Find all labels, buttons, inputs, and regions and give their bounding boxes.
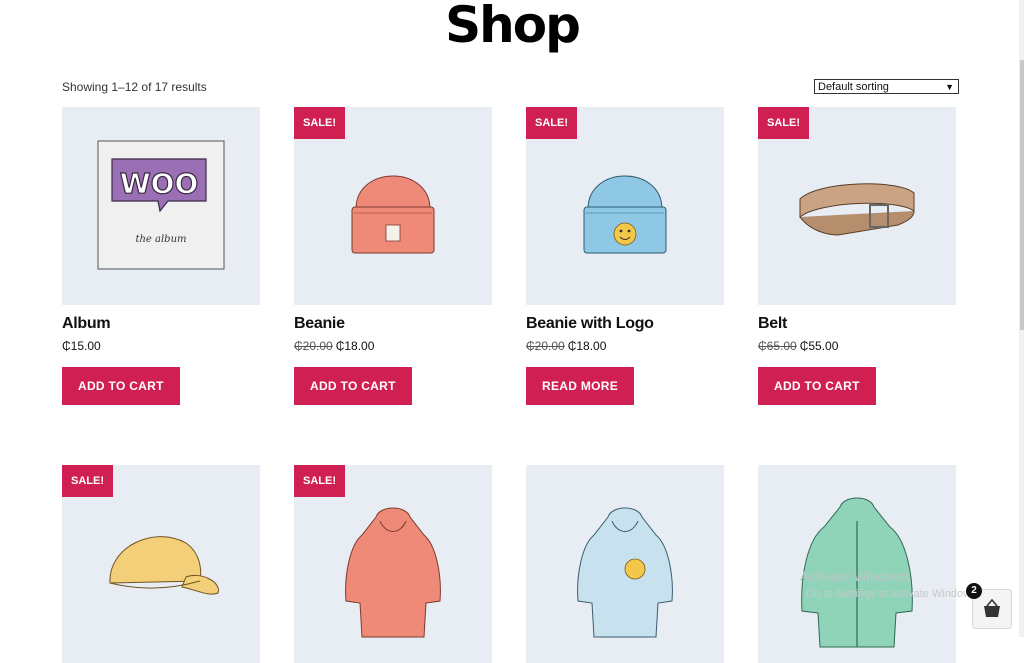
activate-windows-title: Activate Windows: [800, 568, 911, 584]
result-count: Showing 1–12 of 17 results: [62, 80, 207, 94]
scrollbar[interactable]: [1019, 0, 1024, 637]
album-caption: the album: [135, 234, 186, 245]
sale-badge: SALE!: [294, 465, 345, 497]
sale-price: ₵18.00: [567, 339, 607, 353]
sale-badge: SALE!: [294, 107, 345, 139]
scrollbar-thumb[interactable]: [1020, 60, 1024, 330]
regular-price: ₵20.00: [294, 339, 333, 353]
product-title[interactable]: Beanie: [294, 315, 492, 333]
add-to-cart-button[interactable]: ADD TO CART: [294, 367, 412, 405]
product-image[interactable]: WOO the album: [62, 107, 260, 305]
sorting-selected-label: Default sorting: [818, 81, 889, 93]
product-image[interactable]: SALE!: [526, 107, 724, 305]
album-logo-text: WOO: [120, 167, 199, 200]
page-title: Shop: [445, 0, 581, 54]
product-image[interactable]: SALE!: [758, 107, 956, 305]
product-image[interactable]: SALE!: [62, 465, 260, 663]
album-icon: WOO the album: [97, 140, 225, 270]
cart-count-badge: 2: [966, 583, 982, 599]
product-card-belt: SALE! Belt ₵65.00 ₵55.00 ADD TO CART: [758, 107, 956, 405]
hoodie-with-zipper-icon: [801, 497, 913, 648]
hoodie-with-logo-icon: [577, 507, 673, 638]
product-card-beanie-with-logo: SALE! Beanie with Logo ₵20.00 ₵18.00 READ…: [526, 107, 724, 405]
product-card-album: WOO the album Album ₵15.00 ADD TO CART: [62, 107, 260, 405]
sale-price: ₵18.00: [335, 339, 375, 353]
product-price: ₵20.00 ₵18.00: [526, 339, 724, 353]
regular-price: ₵65.00: [758, 339, 797, 353]
sorting-select[interactable]: Default sorting ▼: [814, 79, 959, 94]
activate-windows-subtitle: Go to Settings to activate Windows.: [806, 588, 980, 600]
regular-price: ₵20.00: [526, 339, 565, 353]
product-price: ₵65.00 ₵55.00: [758, 339, 956, 353]
product-price: ₵15.00: [62, 339, 260, 353]
product-image[interactable]: SALE!: [294, 465, 492, 663]
product-image[interactable]: SALE!: [294, 107, 492, 305]
read-more-button[interactable]: READ MORE: [526, 367, 635, 405]
price-amount: ₵15.00: [62, 339, 101, 353]
product-title[interactable]: Belt: [758, 315, 956, 333]
product-card-hoodie-with-zipper: [758, 465, 956, 663]
sale-badge: SALE!: [62, 465, 113, 497]
product-image[interactable]: [526, 465, 724, 663]
sale-price: ₵55.00: [799, 339, 839, 353]
add-to-cart-button[interactable]: ADD TO CART: [62, 367, 180, 405]
product-card-cap: SALE!: [62, 465, 260, 663]
product-card-hoodie-with-logo: [526, 465, 724, 663]
add-to-cart-button[interactable]: ADD TO CART: [758, 367, 876, 405]
product-title[interactable]: Album: [62, 315, 260, 333]
product-image[interactable]: [758, 465, 956, 663]
chevron-down-icon: ▼: [945, 82, 954, 92]
product-card-beanie: SALE! Beanie ₵20.00 ₵18.00 ADD TO CART: [294, 107, 492, 405]
sale-badge: SALE!: [758, 107, 809, 139]
product-title[interactable]: Beanie with Logo: [526, 315, 724, 333]
product-price: ₵20.00 ₵18.00: [294, 339, 492, 353]
product-card-hoodie: SALE!: [294, 465, 492, 663]
sale-badge: SALE!: [526, 107, 577, 139]
